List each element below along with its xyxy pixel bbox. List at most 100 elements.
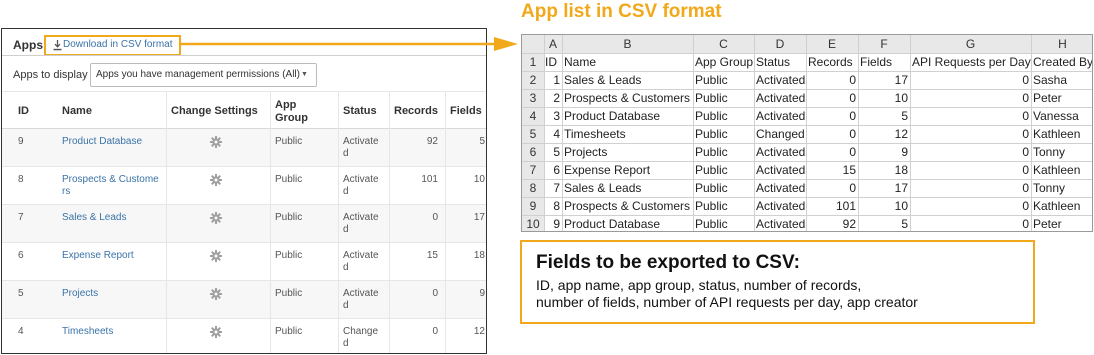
row-number[interactable]: 4 (522, 107, 544, 125)
sheet-cell-creator[interactable]: Kathleen (1033, 125, 1080, 143)
sheet-cell-group[interactable]: Public (695, 125, 728, 143)
sheet-cell-creator[interactable]: Tonny (1033, 143, 1065, 161)
sheet-header-cell[interactable]: Name (564, 53, 596, 71)
row-number[interactable]: 7 (522, 161, 544, 179)
sheet-header-cell[interactable]: API Requests per Day (912, 53, 1031, 71)
sheet-cell-fields[interactable]: 17 (858, 71, 908, 89)
row-number[interactable]: 1 (522, 53, 544, 71)
column-header-fields[interactable]: Fields (450, 105, 482, 118)
sheet-cell-id[interactable]: 6 (544, 161, 560, 179)
column-letter[interactable]: F (858, 35, 910, 53)
sheet-cell-id[interactable]: 5 (544, 143, 560, 161)
sheet-cell-name[interactable]: Prospects & Customers (564, 197, 690, 215)
cell-app-name[interactable]: Sales & Leads (62, 212, 127, 224)
gear-icon[interactable] (210, 288, 222, 300)
sheet-cell-status[interactable]: Activated (756, 215, 805, 231)
sheet-header-cell[interactable]: Records (808, 53, 853, 71)
cell-app-name[interactable]: Timesheets (62, 326, 113, 338)
sheet-cell-id[interactable]: 4 (544, 125, 560, 143)
gear-icon[interactable] (210, 136, 222, 148)
sheet-header-cell[interactable]: ID (545, 53, 557, 71)
cell-app-name[interactable]: Expense Report (62, 250, 134, 262)
download-csv-link[interactable]: Download in CSV format (63, 39, 173, 50)
sheet-cell-records[interactable]: 0 (806, 107, 856, 125)
sheet-cell-group[interactable]: Public (695, 107, 728, 125)
sheet-cell-group[interactable]: Public (695, 89, 728, 107)
sheet-cell-creator[interactable]: Tonny (1033, 179, 1065, 197)
sheet-cell-api[interactable]: 0 (910, 143, 1029, 161)
column-letter[interactable]: G (910, 35, 1031, 53)
sheet-cell-api[interactable]: 0 (910, 161, 1029, 179)
sheet-cell-status[interactable]: Activated (756, 161, 805, 179)
sheet-cell-api[interactable]: 0 (910, 215, 1029, 231)
sheet-cell-status[interactable]: Changed (756, 125, 805, 143)
sheet-cell-id[interactable]: 7 (544, 179, 560, 197)
sheet-cell-creator[interactable]: Peter (1033, 215, 1062, 231)
cell-app-name-line2[interactable]: rs (62, 186, 70, 198)
row-number[interactable]: 9 (522, 197, 544, 215)
sheet-cell-api[interactable]: 0 (910, 125, 1029, 143)
column-letter[interactable]: A (544, 35, 562, 53)
sheet-cell-group[interactable]: Public (695, 179, 728, 197)
sheet-cell-creator[interactable]: Kathleen (1033, 161, 1080, 179)
column-letter[interactable]: B (562, 35, 693, 53)
gear-icon[interactable] (210, 250, 222, 262)
sheet-cell-fields[interactable]: 12 (858, 125, 908, 143)
sheet-cell-api[interactable]: 0 (910, 107, 1029, 125)
cell-app-name-line1[interactable]: Prospects & Custome (62, 174, 159, 186)
sheet-cell-name[interactable]: Projects (564, 143, 607, 161)
sheet-cell-records[interactable]: 0 (806, 125, 856, 143)
sheet-cell-records[interactable]: 0 (806, 143, 856, 161)
sheet-cell-records[interactable]: 92 (806, 215, 856, 231)
sheet-cell-creator[interactable]: Peter (1033, 89, 1062, 107)
sheet-cell-api[interactable]: 0 (910, 89, 1029, 107)
sheet-cell-name[interactable]: Prospects & Customers (564, 89, 690, 107)
column-header-records[interactable]: Records (394, 105, 438, 118)
sheet-cell-group[interactable]: Public (695, 71, 728, 89)
column-header-app-group-line1[interactable]: App (275, 99, 296, 112)
sheet-cell-name[interactable]: Sales & Leads (564, 179, 641, 197)
sheet-cell-status[interactable]: Activated (756, 71, 805, 89)
row-number[interactable]: 5 (522, 125, 544, 143)
sheet-cell-id[interactable]: 3 (544, 107, 560, 125)
sheet-cell-name[interactable]: Expense Report (564, 161, 650, 179)
sheet-cell-fields[interactable]: 9 (858, 143, 908, 161)
column-letter[interactable]: H (1031, 35, 1092, 53)
column-header-app-group-line2[interactable]: Group (275, 112, 308, 125)
sheet-corner[interactable] (522, 35, 544, 53)
gear-icon[interactable] (210, 174, 222, 186)
sheet-cell-records[interactable]: 0 (806, 179, 856, 197)
column-header-status[interactable]: Status (343, 105, 377, 118)
sheet-cell-api[interactable]: 0 (910, 179, 1029, 197)
sheet-cell-fields[interactable]: 5 (858, 215, 908, 231)
sheet-header-cell[interactable]: Status (756, 53, 790, 71)
sheet-cell-id[interactable]: 1 (544, 71, 560, 89)
sheet-header-cell[interactable]: App Group (695, 53, 753, 71)
sheet-cell-name[interactable]: Product Database (564, 215, 660, 231)
cell-app-name[interactable]: Projects (62, 288, 98, 300)
sheet-cell-fields[interactable]: 17 (858, 179, 908, 197)
sheet-cell-creator[interactable]: Kathleen (1033, 197, 1080, 215)
sheet-cell-fields[interactable]: 18 (858, 161, 908, 179)
sheet-cell-creator[interactable]: Vanessa (1033, 107, 1079, 125)
sheet-cell-records[interactable]: 0 (806, 89, 856, 107)
column-letter[interactable]: E (806, 35, 858, 53)
sheet-cell-fields[interactable]: 5 (858, 107, 908, 125)
gear-icon[interactable] (210, 212, 222, 224)
cell-app-name[interactable]: Product Database (62, 136, 142, 148)
column-header-name[interactable]: Name (62, 105, 92, 118)
row-number[interactable]: 10 (522, 215, 544, 231)
sheet-cell-api[interactable]: 0 (910, 71, 1029, 89)
sheet-cell-group[interactable]: Public (695, 215, 728, 231)
row-number[interactable]: 8 (522, 179, 544, 197)
row-number[interactable]: 6 (522, 143, 544, 161)
sheet-cell-id[interactable]: 2 (544, 89, 560, 107)
gear-icon[interactable] (210, 326, 222, 338)
sheet-cell-status[interactable]: Activated (756, 107, 805, 125)
sheet-cell-api[interactable]: 0 (910, 197, 1029, 215)
sheet-cell-status[interactable]: Activated (756, 197, 805, 215)
sheet-cell-name[interactable]: Sales & Leads (564, 71, 641, 89)
sheet-cell-fields[interactable]: 10 (858, 89, 908, 107)
sheet-cell-name[interactable]: Product Database (564, 107, 660, 125)
sheet-cell-name[interactable]: Timesheets (564, 125, 626, 143)
